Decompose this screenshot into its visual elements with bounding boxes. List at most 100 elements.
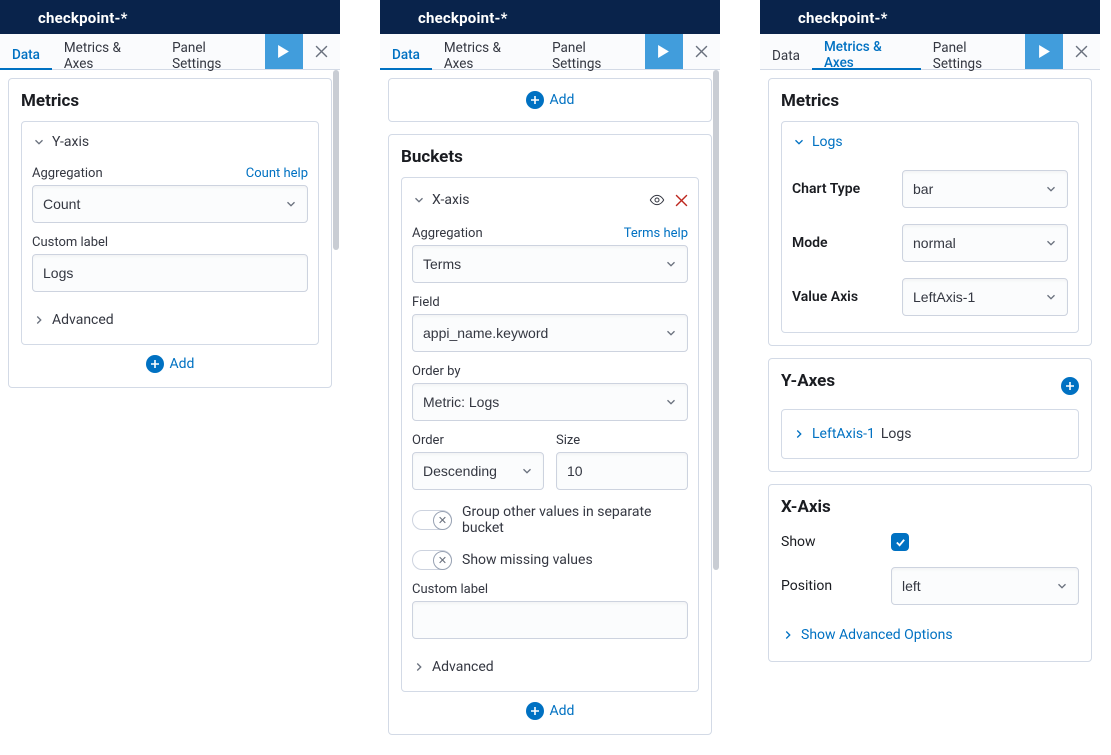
group-other-label: Group other values in separate bucket bbox=[462, 504, 688, 536]
aggregation-label: Aggregation bbox=[412, 226, 483, 241]
order-select[interactable]: Descending bbox=[412, 452, 544, 490]
play-button[interactable] bbox=[1025, 34, 1062, 69]
close-icon bbox=[1075, 45, 1088, 58]
close-button[interactable] bbox=[1063, 34, 1100, 69]
show-label: Show bbox=[781, 534, 891, 550]
yaxis-label: Y-axis bbox=[52, 134, 89, 150]
advanced-label: Advanced bbox=[432, 659, 494, 675]
delete-icon[interactable] bbox=[675, 194, 688, 207]
buckets-heading: Buckets bbox=[401, 147, 699, 167]
chart-type-label: Chart Type bbox=[792, 181, 902, 197]
header-title: checkpoint-* bbox=[760, 0, 1100, 34]
buckets-card: Buckets X-axis Aggregation Terms help bbox=[388, 134, 712, 735]
position-label: Position bbox=[781, 578, 891, 594]
order-label: Order bbox=[412, 433, 544, 448]
xaxis-toggle[interactable]: X-axis bbox=[412, 188, 470, 212]
field-select[interactable]: appi_name.keyword bbox=[412, 314, 688, 352]
close-icon bbox=[695, 45, 708, 58]
chart-type-select[interactable]: bar bbox=[902, 170, 1068, 208]
mode-label: Mode bbox=[792, 235, 902, 251]
chevron-right-icon bbox=[781, 628, 795, 642]
close-button[interactable] bbox=[303, 34, 340, 69]
leftaxis-toggle[interactable]: LeftAxis-1 Logs bbox=[792, 420, 1068, 448]
yaxes-card: Y-Axes LeftAxis-1 Logs bbox=[768, 358, 1092, 472]
add-metric-button[interactable]: Add bbox=[395, 85, 705, 115]
plus-circle-icon bbox=[526, 702, 544, 720]
add-bucket-button[interactable]: Add bbox=[401, 692, 699, 722]
show-missing-label: Show missing values bbox=[462, 552, 593, 568]
value-axis-select[interactable]: LeftAxis-1 bbox=[902, 278, 1068, 316]
yaxes-heading: Y-Axes bbox=[781, 371, 835, 391]
tab-data[interactable]: Data bbox=[380, 34, 432, 70]
check-icon bbox=[895, 537, 906, 548]
show-checkbox[interactable] bbox=[891, 533, 909, 551]
orderby-select[interactable]: Metric: Logs bbox=[412, 383, 688, 421]
aggregation-select[interactable]: Terms bbox=[412, 245, 688, 283]
aggregation-help-link[interactable]: Count help bbox=[246, 166, 308, 181]
show-missing-switch[interactable]: ✕ bbox=[412, 550, 452, 570]
show-advanced-toggle[interactable]: Show Advanced Options bbox=[781, 621, 1079, 649]
aggregation-help-link[interactable]: Terms help bbox=[624, 226, 688, 241]
add-yaxis-button[interactable] bbox=[1061, 377, 1079, 395]
header-title: checkpoint-* bbox=[380, 0, 720, 34]
logs-section: Logs Chart Type bar Mode normal bbox=[781, 121, 1079, 333]
plus-circle-icon bbox=[146, 355, 164, 373]
play-button[interactable] bbox=[265, 34, 302, 69]
scrollbar[interactable] bbox=[333, 70, 339, 380]
leftaxis-link: LeftAxis-1 bbox=[812, 426, 875, 442]
aggregation-label: Aggregation bbox=[32, 166, 103, 181]
size-label: Size bbox=[556, 433, 688, 448]
tab-bar: Data Metrics & Axes Panel Settings bbox=[0, 34, 340, 70]
tab-panel-settings[interactable]: Panel Settings bbox=[540, 34, 645, 70]
size-input[interactable] bbox=[556, 452, 688, 490]
position-select[interactable]: left bbox=[891, 567, 1079, 605]
metrics-card: Metrics Logs Chart Type bar Mode norm bbox=[768, 78, 1092, 346]
advanced-toggle[interactable]: Advanced bbox=[32, 308, 308, 332]
custom-label-label: Custom label bbox=[32, 235, 308, 250]
tab-bar: Data Metrics & Axes Panel Settings bbox=[380, 34, 720, 70]
chevron-down-icon bbox=[32, 135, 46, 149]
metrics-heading: Metrics bbox=[21, 91, 319, 111]
mode-select[interactable]: normal bbox=[902, 224, 1068, 262]
add-label: Add bbox=[550, 703, 575, 719]
advanced-toggle[interactable]: Advanced bbox=[412, 655, 688, 679]
scrollbar[interactable] bbox=[713, 70, 719, 710]
metrics-heading: Metrics bbox=[781, 91, 1079, 111]
tab-bar: Data Metrics & Axes Panel Settings bbox=[760, 34, 1100, 70]
aggregation-select[interactable]: Count bbox=[32, 185, 308, 223]
close-button[interactable] bbox=[683, 34, 720, 69]
play-icon bbox=[1038, 45, 1051, 58]
show-advanced-label: Show Advanced Options bbox=[801, 627, 953, 643]
add-label: Add bbox=[550, 92, 575, 108]
field-label: Field bbox=[412, 295, 688, 310]
leftaxis-row: LeftAxis-1 Logs bbox=[781, 409, 1079, 459]
eye-icon[interactable] bbox=[649, 192, 665, 208]
tab-metrics-axes[interactable]: Metrics & Axes bbox=[52, 34, 160, 70]
xaxis-card: X-Axis Show Position left Show Advanced bbox=[768, 484, 1092, 662]
chevron-right-icon bbox=[412, 660, 426, 674]
logs-toggle[interactable]: Logs bbox=[792, 130, 1068, 154]
play-icon bbox=[657, 45, 670, 58]
xaxis-heading: X-Axis bbox=[781, 497, 1079, 517]
close-icon bbox=[315, 45, 328, 58]
metrics-card: Metrics Y-axis Aggregation Count help Co… bbox=[8, 78, 332, 388]
plus-circle-icon bbox=[526, 91, 544, 109]
logs-label: Logs bbox=[812, 134, 843, 150]
tab-data[interactable]: Data bbox=[0, 34, 52, 70]
tab-metrics-axes[interactable]: Metrics & Axes bbox=[812, 34, 921, 70]
xaxis-label: X-axis bbox=[432, 192, 470, 208]
add-metric-button[interactable]: Add bbox=[21, 345, 319, 375]
yaxis-toggle[interactable]: Y-axis bbox=[32, 130, 308, 154]
tab-metrics-axes[interactable]: Metrics & Axes bbox=[432, 34, 540, 70]
orderby-label: Order by bbox=[412, 364, 688, 379]
custom-label-input[interactable] bbox=[32, 254, 308, 292]
tab-data[interactable]: Data bbox=[760, 34, 812, 70]
group-other-switch[interactable]: ✕ bbox=[412, 510, 452, 530]
tab-panel-settings[interactable]: Panel Settings bbox=[160, 34, 265, 70]
custom-label-input[interactable] bbox=[412, 601, 688, 639]
leftaxis-suffix: Logs bbox=[881, 426, 912, 442]
play-button[interactable] bbox=[645, 34, 682, 69]
tab-panel-settings[interactable]: Panel Settings bbox=[921, 34, 1026, 70]
chevron-down-icon bbox=[792, 135, 806, 149]
prev-card-tail: Add bbox=[388, 78, 712, 122]
